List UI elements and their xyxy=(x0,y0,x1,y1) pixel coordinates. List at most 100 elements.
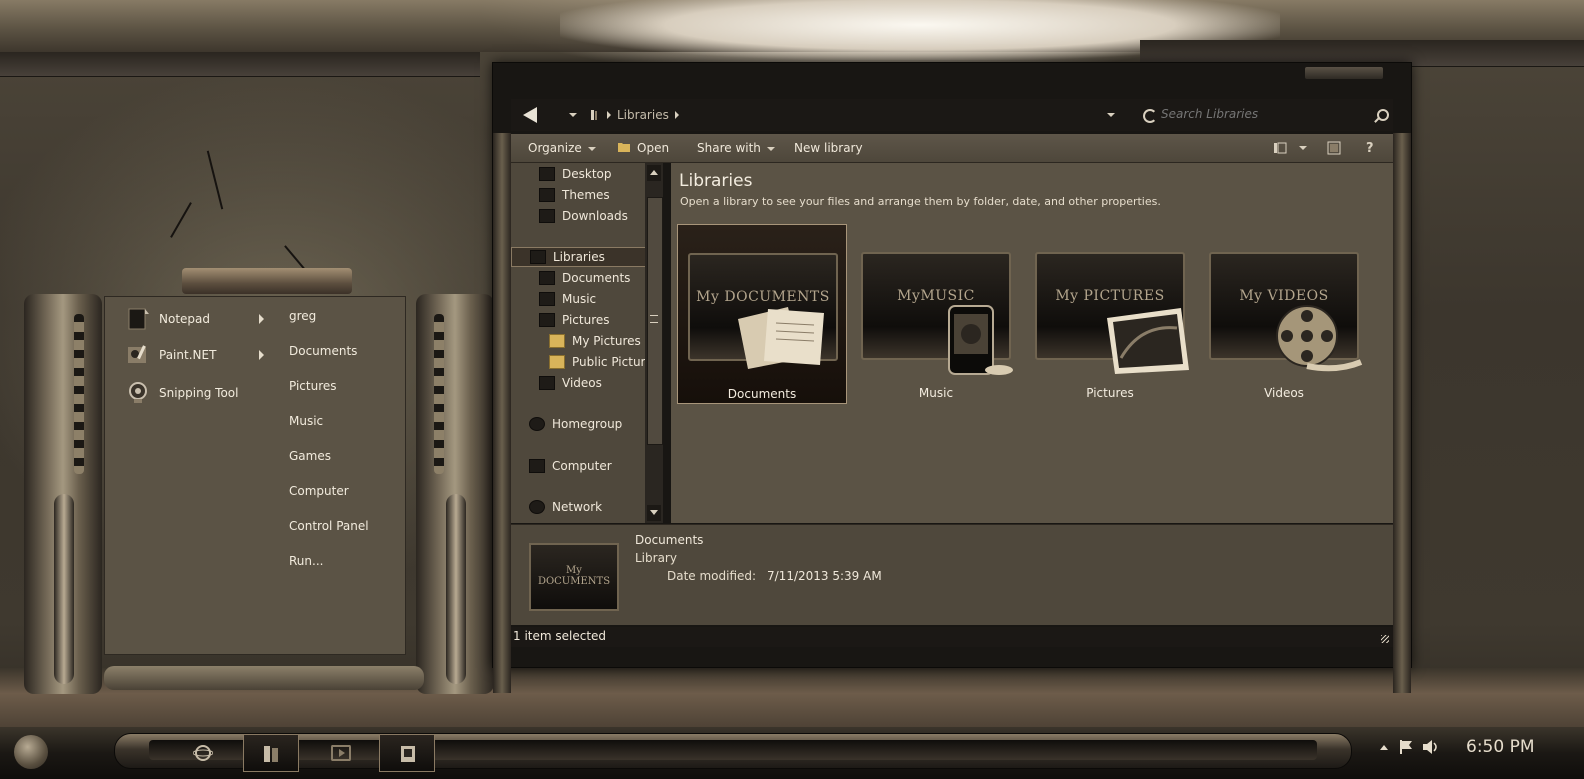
wallpaper-metal-plate xyxy=(0,52,480,77)
link-documents[interactable]: Documents xyxy=(289,344,357,358)
library-tile-documents[interactable]: My DOCUMENTS Documents xyxy=(677,224,847,404)
resize-grip-icon[interactable] xyxy=(1381,635,1389,643)
breadcrumb[interactable]: Libraries xyxy=(589,108,685,122)
folder-icon xyxy=(549,334,565,348)
link-music[interactable]: Music xyxy=(289,414,323,428)
scroll-up-icon[interactable] xyxy=(647,165,661,181)
nav-homegroup[interactable]: Homegroup xyxy=(529,414,622,434)
nav-my-pictures[interactable]: My Pictures xyxy=(549,331,641,351)
wallpaper-crack xyxy=(170,202,192,238)
nav-network[interactable]: Network xyxy=(529,497,602,517)
program-notepad[interactable]: Notepad xyxy=(125,303,273,335)
taskbar-rail xyxy=(114,733,1352,772)
nav-documents[interactable]: Documents xyxy=(539,268,630,288)
search-icon[interactable] xyxy=(1377,109,1389,121)
command-bar: Organize Open Share with New library ? xyxy=(511,134,1393,163)
start-orb-icon[interactable] xyxy=(14,735,48,769)
action-center-flag-icon[interactable] xyxy=(1398,739,1414,755)
computer-icon xyxy=(529,459,545,473)
scroll-down-icon[interactable] xyxy=(647,505,661,521)
volume-icon[interactable] xyxy=(1422,739,1440,755)
nav-downloads[interactable]: Downloads xyxy=(539,206,628,226)
submenu-arrow-icon xyxy=(259,350,264,360)
navigation-pane: Desktop Themes Downloads Libraries Docum… xyxy=(511,163,663,523)
nav-themes[interactable]: Themes xyxy=(539,185,610,205)
open-button[interactable]: Open xyxy=(637,141,669,155)
details-pane: My DOCUMENTS Documents Library Date modi… xyxy=(511,524,1393,625)
library-tile-videos[interactable]: My VIDEOS Videos xyxy=(1199,224,1369,404)
view-options-icon[interactable] xyxy=(1273,141,1287,155)
details-modified-label: Date modified: xyxy=(667,569,757,583)
nav-label: Videos xyxy=(562,376,602,390)
nav-label: Downloads xyxy=(562,209,628,223)
link-pictures[interactable]: Pictures xyxy=(289,379,337,393)
film-reel-icon xyxy=(1276,305,1363,372)
nav-label: Pictures xyxy=(562,313,610,327)
nav-libraries[interactable]: Libraries xyxy=(511,247,663,267)
wallpaper-crack xyxy=(206,150,224,210)
organize-button[interactable]: Organize xyxy=(528,141,596,155)
link-games[interactable]: Games xyxy=(289,449,331,463)
preview-pane-icon[interactable] xyxy=(1327,141,1341,155)
videos-icon xyxy=(539,376,555,390)
tile-name: Music xyxy=(918,386,954,400)
start-menu-top-bar xyxy=(182,268,352,294)
svg-text:?: ? xyxy=(1366,141,1374,154)
refresh-icon[interactable] xyxy=(1143,109,1157,123)
library-tile-music[interactable]: MyMUSIC Music xyxy=(851,224,1021,404)
libraries-icon xyxy=(530,250,546,264)
nav-desktop[interactable]: Desktop xyxy=(539,164,612,184)
nav-public-pictures[interactable]: Public Pictures xyxy=(549,352,659,372)
show-hidden-icons-icon[interactable] xyxy=(1380,745,1388,750)
pictures-folder-icon: My PICTURES xyxy=(1035,252,1189,374)
tile-name: Videos xyxy=(1264,386,1304,400)
clock[interactable]: 6:50 PM xyxy=(1466,737,1535,757)
pictures-icon xyxy=(539,313,555,327)
nav-label: Computer xyxy=(552,459,612,473)
details-modified-value: 7/11/2013 5:39 AM xyxy=(767,569,882,583)
link-computer[interactable]: Computer xyxy=(289,484,349,498)
library-content: Libraries Open a library to see your fil… xyxy=(671,163,1393,523)
address-dropdown-icon[interactable] xyxy=(1107,113,1115,117)
taskbar-internet-explorer[interactable] xyxy=(175,734,231,772)
back-icon[interactable] xyxy=(523,107,537,123)
window-caption-buttons[interactable] xyxy=(1305,67,1383,79)
help-icon[interactable]: ? xyxy=(1363,140,1377,154)
nav-label: Network xyxy=(552,500,603,514)
nav-computer[interactable]: Computer xyxy=(529,456,612,476)
taskbar-app[interactable] xyxy=(379,734,435,772)
open-folder-icon xyxy=(618,143,630,152)
taskbar-explorer[interactable] xyxy=(243,734,299,772)
new-library-button[interactable]: New library xyxy=(794,141,863,155)
nav-label: Music xyxy=(562,292,597,306)
nav-pictures[interactable]: Pictures xyxy=(539,310,610,330)
navigation-scrollbar[interactable] xyxy=(645,163,663,523)
breadcrumb-libraries[interactable]: Libraries xyxy=(617,108,669,122)
history-dropdown-icon[interactable] xyxy=(569,113,577,117)
downloads-icon xyxy=(539,209,555,223)
library-tile-pictures[interactable]: My PICTURES Pictures xyxy=(1025,224,1195,404)
link-run[interactable]: Run... xyxy=(289,554,323,568)
taskbar-media-player[interactable] xyxy=(313,734,369,772)
nav-videos[interactable]: Videos xyxy=(539,373,602,393)
address-bar: Libraries xyxy=(511,99,1393,131)
share-with-button[interactable]: Share with xyxy=(697,141,775,155)
search-input[interactable] xyxy=(1161,107,1361,121)
breadcrumb-chevron-icon[interactable] xyxy=(674,111,679,119)
link-user-folder[interactable]: greg xyxy=(289,309,316,323)
folder-icon xyxy=(549,355,565,369)
start-menu-right-pipe xyxy=(416,294,494,694)
tile-name: Pictures xyxy=(1086,386,1134,400)
program-paint-net[interactable]: Paint.NET xyxy=(125,339,273,371)
taskbar: 6:50 PM xyxy=(0,727,1584,779)
program-snipping-tool[interactable]: Snipping Tool xyxy=(125,377,273,409)
search-box[interactable] xyxy=(1161,107,1379,125)
browser-icon xyxy=(193,745,213,761)
chevron-down-icon xyxy=(587,147,596,151)
nav-music[interactable]: Music xyxy=(539,289,596,309)
photograph-icon xyxy=(1107,308,1189,374)
media-player-icon xyxy=(331,745,351,761)
link-control-panel[interactable]: Control Panel xyxy=(289,519,369,533)
network-icon xyxy=(529,500,545,514)
view-dropdown-icon[interactable] xyxy=(1299,146,1307,150)
